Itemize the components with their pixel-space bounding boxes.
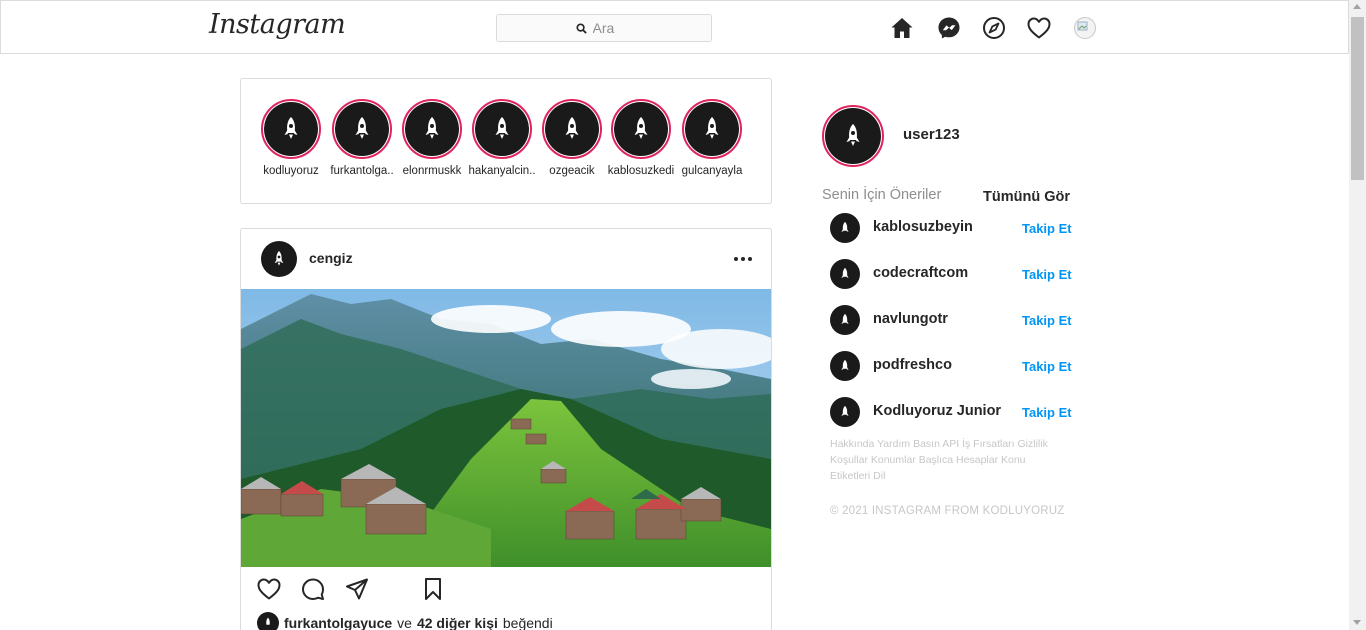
home-icon[interactable] (890, 16, 914, 40)
story-ring (402, 99, 462, 159)
rocket-icon (614, 102, 668, 156)
liker-avatar[interactable] (257, 612, 279, 630)
see-all-link[interactable]: Tümünü Gör (983, 189, 1070, 205)
copyright: © 2021 INSTAGRAM FROM KODLUYORUZ (830, 505, 1065, 517)
rocket-icon (545, 102, 599, 156)
liked-connector: ve (397, 615, 412, 630)
heart-icon[interactable] (1027, 16, 1051, 40)
liker-username[interactable]: furkantolgayuce (284, 615, 392, 630)
suggestion-avatar[interactable] (830, 213, 860, 243)
scroll-up-arrow[interactable] (1353, 4, 1361, 9)
story-item[interactable]: elonrmuskk (397, 99, 467, 177)
share-icon[interactable] (343, 575, 371, 603)
story-item[interactable]: hakanyalcin.. (467, 99, 537, 177)
story-username: ozgeacik (549, 165, 595, 177)
post-image[interactable] (241, 289, 771, 567)
suggestion-item: podfreshco Takip Et (830, 351, 1075, 383)
story-item[interactable]: gulcanyayla (677, 99, 747, 177)
post-actions (241, 575, 771, 605)
profile-avatar[interactable] (1074, 17, 1096, 39)
messenger-icon[interactable] (937, 16, 961, 40)
story-username: furkantolga.. (330, 165, 394, 177)
suggestion-username[interactable]: kablosuzbeyin (873, 219, 973, 235)
suggestion-item: codecraftcom Takip Et (830, 259, 1075, 291)
rocket-icon (335, 102, 389, 156)
comment-icon[interactable] (299, 575, 327, 603)
story-ring (332, 99, 392, 159)
rocket-icon (475, 102, 529, 156)
current-username[interactable]: user123 (903, 126, 960, 143)
post-author-username[interactable]: cengiz (309, 250, 353, 266)
story-ring (472, 99, 532, 159)
suggestion-avatar[interactable] (830, 351, 860, 381)
story-ring (261, 99, 321, 159)
suggestion-item: Kodluyoruz Junior Takip Et (830, 397, 1075, 429)
search-box[interactable] (496, 14, 712, 42)
scroll-down-arrow[interactable] (1353, 620, 1361, 625)
rocket-icon (825, 108, 881, 164)
top-nav: Instagram (0, 0, 1349, 54)
rocket-icon (264, 102, 318, 156)
rocket-icon (685, 102, 739, 156)
suggestions-title: Senin İçin Öneriler (822, 187, 942, 203)
stories-tray: kodluyoruz furkantolga.. elonrmuskk haka… (240, 78, 772, 204)
story-ring (542, 99, 602, 159)
search-icon (575, 22, 587, 34)
suggestion-username[interactable]: Kodluyoruz Junior (873, 403, 1001, 419)
suggestion-avatar[interactable] (830, 259, 860, 289)
follow-button[interactable]: Takip Et (1022, 359, 1072, 374)
story-item[interactable]: kablosuzkedi (606, 99, 676, 177)
story-ring (611, 99, 671, 159)
liked-suffix: beğendi (502, 615, 553, 630)
suggestion-avatar[interactable] (830, 397, 860, 427)
suggestion-item: kablosuzbeyin Takip Et (830, 213, 1075, 245)
story-item[interactable]: furkantolga.. (327, 99, 397, 177)
suggestion-username[interactable]: navlungotr (873, 311, 948, 327)
bookmark-icon[interactable] (419, 575, 447, 603)
rocket-icon (405, 102, 459, 156)
suggestion-username[interactable]: codecraftcom (873, 265, 968, 281)
suggestion-avatar[interactable] (830, 305, 860, 335)
story-ring (682, 99, 742, 159)
scrollbar-thumb[interactable] (1351, 17, 1364, 180)
follow-button[interactable]: Takip Et (1022, 313, 1072, 328)
current-user-avatar[interactable] (822, 105, 884, 167)
footer-links[interactable]: Hakkında Yardım Basın API İş Fırsatları … (830, 436, 1060, 484)
follow-button[interactable]: Takip Et (1022, 267, 1072, 282)
suggestion-item: navlungotr Takip Et (830, 305, 1075, 337)
more-options-icon[interactable] (733, 249, 753, 269)
story-username: kablosuzkedi (607, 165, 675, 177)
others-count[interactable]: 42 diğer kişi (417, 615, 498, 630)
suggestion-username[interactable]: podfreshco (873, 357, 952, 373)
follow-button[interactable]: Takip Et (1022, 221, 1072, 236)
likes-summary: furkantolgayuce ve 42 diğer kişi beğendi (257, 612, 553, 630)
post-author-avatar[interactable] (261, 241, 297, 277)
instagram-logo[interactable]: Instagram (209, 9, 346, 40)
like-heart-icon[interactable] (255, 575, 283, 603)
story-item[interactable]: kodluyoruz (256, 99, 326, 177)
follow-button[interactable]: Takip Et (1022, 405, 1072, 420)
story-item[interactable]: ozgeacik (537, 99, 607, 177)
story-username: hakanyalcin.. (468, 165, 536, 177)
explore-icon[interactable] (982, 16, 1006, 40)
feed-post: cengiz furkantolgayuce ve 42 diğer kişi … (240, 228, 772, 630)
search-input[interactable] (592, 20, 633, 36)
story-username: elonrmuskk (402, 165, 462, 177)
story-username: gulcanyayla (681, 165, 743, 177)
story-username: kodluyoruz (263, 165, 319, 177)
